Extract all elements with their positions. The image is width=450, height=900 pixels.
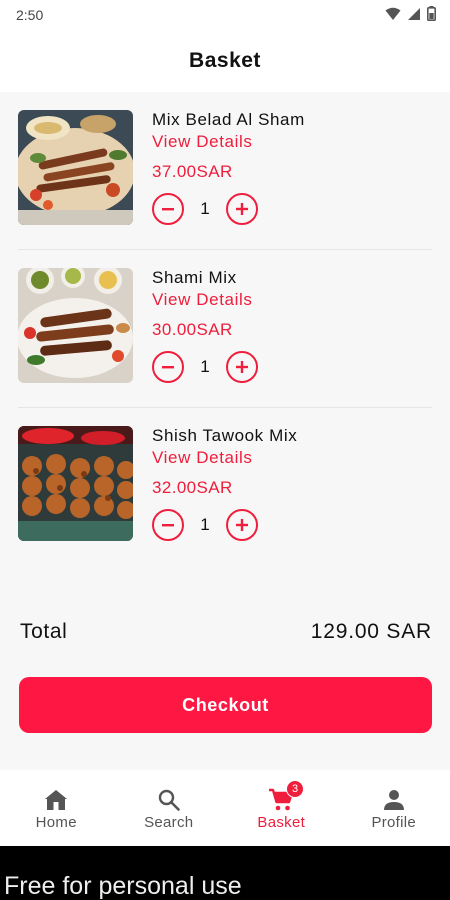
quantity-value: 1 [200,199,210,218]
checkout-button[interactable]: Checkout [19,677,432,733]
quantity-stepper: 1 [152,509,297,541]
item-image [18,426,133,541]
search-icon [157,786,181,814]
status-icons [385,6,437,24]
item-price: 37.00SAR [152,162,233,181]
plus-icon [236,519,248,531]
battery-icon [427,6,437,24]
decrease-button[interactable] [152,351,184,383]
nav-item-home[interactable]: Home [0,770,113,846]
nav-item-search[interactable]: Search [113,770,226,846]
item-image [18,110,133,225]
signal-icon [407,7,421,24]
status-time: 2:50 [16,7,44,23]
nav-item-basket[interactable]: 3 Basket [225,770,338,846]
item-price: 32.00SAR [152,478,233,497]
item-info: Shami Mix View Details 30.00SAR 1 [152,268,258,383]
increase-button[interactable] [226,509,258,541]
watermark-banner: Free for personal use [0,846,450,900]
quantity-value: 1 [200,357,210,376]
page-title: Basket [189,49,261,72]
basket-list: Mix Belad Al Sham View Details 37.00SAR … [0,92,450,566]
plus-icon [236,203,248,215]
view-details-link[interactable]: View Details [152,290,258,312]
plus-icon [236,361,248,373]
item-name: Shish Tawook Mix [152,426,298,445]
total-value: 129.00 SAR [310,620,432,643]
minus-icon [162,366,174,369]
quantity-stepper: 1 [152,351,258,383]
basket-item: Shami Mix View Details 30.00SAR 1 [18,250,432,408]
increase-button[interactable] [226,193,258,225]
basket-item: Mix Belad Al Sham View Details 37.00SAR … [18,92,432,250]
decrease-button[interactable] [152,509,184,541]
item-price: 30.00SAR [152,320,233,339]
nav-label-search: Search [144,813,194,831]
bottom-nav: Home Search 3 Basket Profile [0,770,450,846]
nav-label-profile: Profile [371,813,417,831]
app-header: Basket [0,30,450,92]
cart-icon: 3 [268,779,305,814]
quantity-value: 1 [200,515,210,534]
cart-count-badge: 3 [286,779,305,798]
total-row: Total 129.00 SAR [20,620,432,644]
nav-item-profile[interactable]: Profile [338,770,450,846]
person-icon [383,786,405,814]
basket-item: Shish Tawook Mix View Details 32.00SAR 1 [18,408,432,566]
status-bar: 2:50 [0,0,450,30]
minus-icon [162,524,174,527]
total-label: Total [20,620,68,643]
item-info: Shish Tawook Mix View Details 32.00SAR 1 [152,426,297,541]
nav-label-home: Home [35,813,77,831]
increase-button[interactable] [226,351,258,383]
view-details-link[interactable]: View Details [152,448,297,470]
item-name: Mix Belad Al Sham [152,110,305,129]
view-details-link[interactable]: View Details [152,132,305,154]
item-image [18,268,133,383]
item-info: Mix Belad Al Sham View Details 37.00SAR … [152,110,305,225]
home-icon [44,786,68,814]
quantity-stepper: 1 [152,193,305,225]
decrease-button[interactable] [152,193,184,225]
wifi-icon [385,7,401,24]
nav-label-basket: Basket [257,813,306,831]
item-name: Shami Mix [152,268,237,287]
minus-icon [162,208,174,211]
